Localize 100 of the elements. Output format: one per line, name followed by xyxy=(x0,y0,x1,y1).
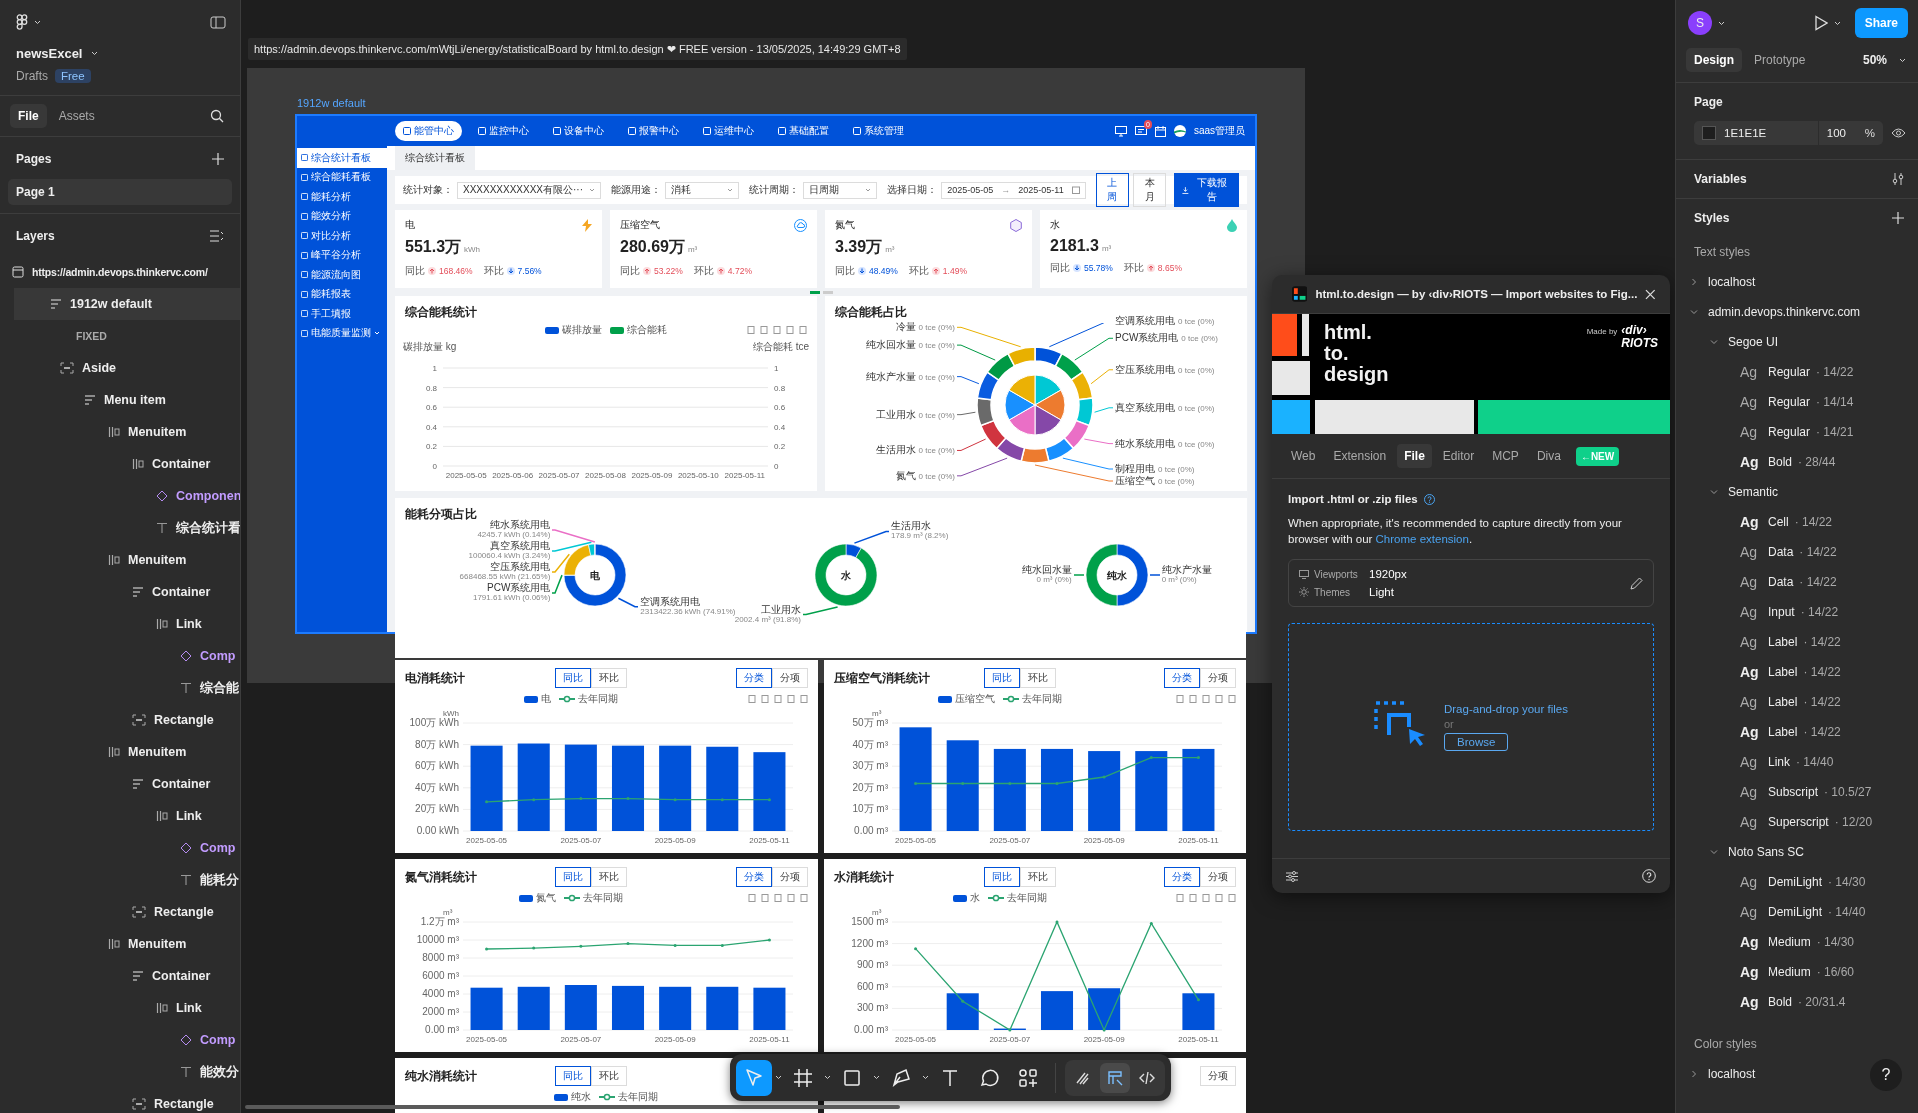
style-group[interactable]: admin.devops.thinkervc.com xyxy=(1708,305,1861,319)
legend-item[interactable]: 去年同期 xyxy=(987,891,1047,905)
eye-icon[interactable] xyxy=(1891,128,1906,138)
layer-item[interactable]: 综合统计看 xyxy=(0,512,240,544)
drop-zone[interactable]: Drag-and-drop your files or Browse xyxy=(1288,623,1654,831)
toggle-button[interactable]: 环比 xyxy=(591,668,627,688)
bar-chart-icon[interactable] xyxy=(773,695,782,703)
text-style-item[interactable]: Ag Label · 14/22 xyxy=(1740,724,1841,740)
download-icon[interactable] xyxy=(799,326,807,334)
toggle-button[interactable]: 同比 xyxy=(555,668,591,688)
design-mode-icon[interactable] xyxy=(1100,1062,1130,1093)
layer-item[interactable]: Container xyxy=(0,768,240,800)
text-style-item[interactable]: Ag Regular · 14/21 xyxy=(1740,424,1854,440)
caret-icon[interactable] xyxy=(873,1075,880,1080)
toggle-button[interactable]: 分类 xyxy=(735,867,772,887)
data-view-icon[interactable] xyxy=(747,894,756,902)
line-chart-icon[interactable] xyxy=(1189,894,1197,902)
toggle-button[interactable]: 同比 xyxy=(555,1066,591,1086)
nav-tab[interactable]: 监控中心 xyxy=(470,121,537,141)
caret-icon[interactable] xyxy=(1718,20,1725,26)
chevron-icon[interactable] xyxy=(1690,308,1698,316)
toggle-button[interactable]: 环比 xyxy=(591,867,627,887)
calendar-icon[interactable] xyxy=(1154,125,1166,137)
text-style-item[interactable]: Ag Superscript · 12/20 xyxy=(1740,814,1873,830)
toggle-button[interactable]: 环比 xyxy=(1019,867,1056,887)
text-style-item[interactable]: Ag Bold · 28/44 xyxy=(1740,454,1836,470)
move-tool-icon[interactable] xyxy=(736,1059,772,1096)
figma-logo-icon[interactable] xyxy=(16,13,28,31)
layer-item[interactable]: Container xyxy=(0,576,240,608)
select-field[interactable]: 消耗 xyxy=(665,181,740,199)
line-chart-icon[interactable] xyxy=(760,326,768,334)
toggle-button[interactable]: 分项 xyxy=(771,668,808,688)
chevron-icon[interactable] xyxy=(1710,488,1718,496)
layer-item[interactable]: Rectangle xyxy=(0,896,240,928)
caret-icon[interactable] xyxy=(775,1075,782,1080)
toggle-button[interactable]: 分项 xyxy=(771,867,808,887)
page-item[interactable]: Page 1 xyxy=(8,179,232,205)
chevron-icon[interactable] xyxy=(1690,278,1698,286)
toggle-button[interactable]: 同比 xyxy=(555,867,591,887)
text-style-item[interactable]: Ag Label · 14/22 xyxy=(1740,664,1841,680)
pencil-icon[interactable] xyxy=(1630,576,1643,590)
layer-item[interactable]: Rectangle xyxy=(0,704,240,736)
legend-item[interactable]: 电 xyxy=(524,692,552,706)
message-icon[interactable] xyxy=(1134,125,1147,137)
bar-chart-icon[interactable] xyxy=(1202,695,1210,703)
monitor-icon[interactable] xyxy=(1114,125,1127,137)
legend-item[interactable]: 氮气 xyxy=(519,891,557,905)
legend-item[interactable]: 压缩空气 xyxy=(937,692,995,706)
chevron-icon[interactable] xyxy=(1710,338,1718,346)
plus-icon[interactable] xyxy=(212,153,224,165)
caret-icon[interactable] xyxy=(922,1075,929,1080)
user-avatar[interactable]: S xyxy=(1688,11,1712,35)
data-view-icon[interactable] xyxy=(747,326,755,334)
period-button[interactable]: 本月 xyxy=(1133,173,1167,207)
nav-tab[interactable]: 能管中心 xyxy=(395,121,462,141)
file-name[interactable]: newsExcel xyxy=(16,46,83,61)
layer-item[interactable]: Container xyxy=(0,960,240,992)
plugin-tab[interactable]: Web xyxy=(1284,444,1323,468)
toggle-button[interactable]: 分项 xyxy=(1200,867,1236,887)
help-icon[interactable] xyxy=(1423,493,1435,505)
text-style-item[interactable]: Ag Regular · 14/22 xyxy=(1740,364,1854,380)
toggle-button[interactable]: 环比 xyxy=(1019,668,1056,688)
data-view-icon[interactable] xyxy=(1176,894,1184,902)
style-group[interactable]: Semantic xyxy=(1728,485,1779,499)
search-icon[interactable] xyxy=(210,109,224,123)
carousel-indicator[interactable] xyxy=(809,290,820,294)
play-icon[interactable] xyxy=(1813,15,1828,31)
refresh-icon[interactable] xyxy=(786,326,794,334)
caret-icon[interactable] xyxy=(824,1075,831,1080)
refresh-icon[interactable] xyxy=(786,695,795,703)
line-chart-icon[interactable] xyxy=(760,695,769,703)
legend-item[interactable]: 去年同期 xyxy=(599,1090,659,1104)
data-view-icon[interactable] xyxy=(747,695,756,703)
scrollbar[interactable] xyxy=(245,1105,900,1109)
sliders-icon[interactable] xyxy=(1892,173,1904,185)
style-group[interactable]: localhost xyxy=(1708,275,1756,289)
text-style-item[interactable]: Ag DemiLight · 14/40 xyxy=(1740,904,1866,920)
text-style-item[interactable]: Ag Label · 14/22 xyxy=(1740,694,1841,710)
help-button[interactable]: ? xyxy=(1870,1059,1902,1091)
layer-item[interactable]: Comp xyxy=(0,640,240,672)
menu-item[interactable]: 峰平谷分析 xyxy=(297,245,387,265)
frame-label[interactable]: 1912w default xyxy=(297,97,366,109)
menu-item[interactable]: 综合统计看板 xyxy=(297,148,387,168)
layer-item[interactable]: Menuitem xyxy=(0,544,240,576)
bar-chart-icon[interactable] xyxy=(1202,894,1210,902)
refresh-icon[interactable] xyxy=(786,894,795,902)
plugin-tab[interactable]: MCP xyxy=(1485,444,1526,468)
legend-item[interactable]: 水 xyxy=(952,891,980,905)
caret-icon[interactable] xyxy=(90,51,98,56)
line-chart-icon[interactable] xyxy=(760,894,769,902)
toggle-button[interactable]: 同比 xyxy=(983,668,1020,688)
menu-item[interactable]: 电能质量监测 xyxy=(297,323,387,343)
plugin-tab[interactable]: Extension xyxy=(1326,444,1394,468)
period-button[interactable]: 上周 xyxy=(1095,173,1130,207)
layer-item[interactable]: 综合能 xyxy=(0,672,240,704)
layer-item[interactable]: 能效分 xyxy=(0,1056,240,1088)
legend-item[interactable]: 去年同期 xyxy=(564,891,624,905)
data-view-icon[interactable] xyxy=(1176,695,1184,703)
caret-icon[interactable] xyxy=(34,19,41,25)
layer-item[interactable]: Link xyxy=(0,992,240,1024)
